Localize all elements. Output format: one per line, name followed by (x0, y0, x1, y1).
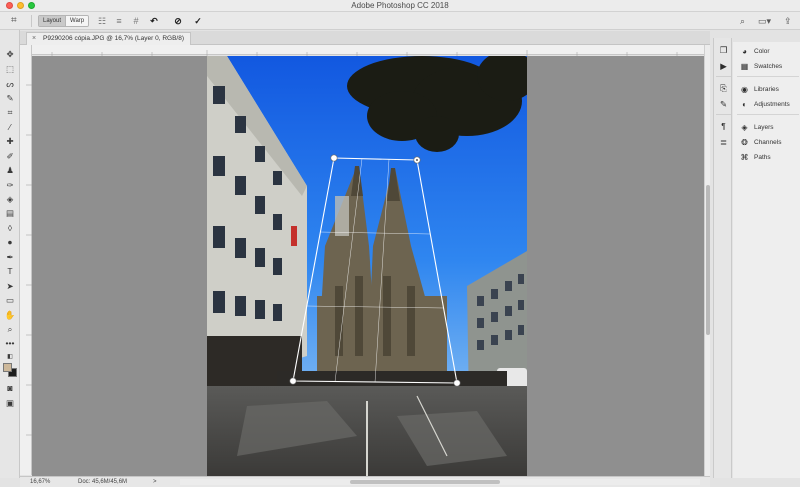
vertical-ruler[interactable] (20, 45, 32, 475)
quick-mask-icon[interactable]: ◙ (3, 382, 17, 394)
clone-stamp-icon[interactable]: ♟ (3, 164, 17, 176)
path-select-icon[interactable]: ➤ (3, 280, 17, 292)
brush-settings-icon[interactable]: ✎ (717, 98, 730, 110)
grid-hash-icon[interactable]: # (130, 15, 142, 27)
panel-label: Paths (754, 153, 771, 161)
panel-dock-header[interactable] (733, 38, 800, 42)
perspective-crop-icon[interactable]: ⌗ (11, 15, 25, 27)
panel-label: Libraries (754, 85, 779, 93)
share-icon[interactable]: ⇪ (784, 15, 792, 27)
panel-label: Adjustments (754, 100, 790, 108)
zoom-icon[interactable]: ⌕ (3, 323, 17, 335)
search-icon[interactable]: ⌕ (740, 15, 745, 27)
canvas-area[interactable] (32, 56, 704, 476)
crop-handle-top-left[interactable] (330, 154, 338, 162)
paragraph-panel-icon[interactable]: ¶ (717, 120, 730, 132)
layers-panel-tab[interactable]: ◈ Layers (739, 120, 799, 134)
libraries-panel-tab[interactable]: ◉ Libraries (739, 82, 799, 96)
color-icon: ◕ (742, 46, 747, 56)
crop-handle-bottom-right[interactable] (453, 379, 461, 387)
crop-icon[interactable]: ⌗ (3, 106, 17, 118)
divider (31, 15, 32, 27)
grid-icon[interactable]: ☷ (96, 15, 108, 27)
document-tab-label: P9290206 cópia.JPG @ 16,7% (Layer 0, RGB… (43, 35, 185, 42)
divider (737, 76, 799, 77)
close-tab-icon[interactable]: × (32, 33, 36, 45)
horizontal-scrollbar[interactable] (180, 479, 700, 485)
layout-mode-button[interactable]: Layout (39, 16, 66, 26)
tools-panel: ✥ ⬚ ᔕ ✎ ⌗ ⁄ ✚ ✐ ♟ ✑ ◈ ▤ ◊ ● ✒ T ➤ ▭ ✋ ⌕ … (0, 30, 20, 478)
panel-icon-strip: ❐ ▶ ⎘ ✎ ¶ ≣ (713, 38, 732, 478)
healing-brush-icon[interactable]: ✚ (3, 135, 17, 147)
panel-label: Color (754, 47, 770, 55)
document-size: Doc: 45,6M/45,6M (78, 479, 128, 485)
gradient-icon[interactable]: ▤ (3, 207, 17, 219)
rectangle-icon[interactable]: ▭ (3, 294, 17, 306)
libraries-icon: ◉ (741, 84, 748, 94)
hand-icon[interactable]: ✋ (3, 309, 17, 321)
type-icon[interactable]: T (3, 265, 17, 277)
adjustments-icon: ◐ (742, 99, 747, 109)
cancel-icon[interactable]: ⊘ (172, 15, 184, 27)
screen-mode-icon[interactable]: ▣ (3, 397, 17, 409)
panel-label: Layers (754, 123, 774, 131)
quick-select-icon[interactable]: ✎ (3, 92, 17, 104)
horizontal-scroll-thumb[interactable] (350, 480, 500, 484)
more-tools-icon[interactable]: ••• (3, 337, 17, 349)
paths-panel-tab[interactable]: ⌘ Paths (739, 150, 799, 164)
window-title: Adobe Photoshop CC 2018 (351, 1, 449, 10)
eraser-icon[interactable]: ◈ (3, 193, 17, 205)
default-colors-icon[interactable]: ◧ (3, 351, 17, 363)
layers-icon: ◈ (741, 122, 748, 132)
undo-warp-icon[interactable]: ↶ (148, 15, 160, 27)
character-panel-icon[interactable]: ≣ (717, 136, 730, 148)
color-panel-tab[interactable]: ◕ Color (739, 44, 799, 58)
horizontal-ruler[interactable] (32, 45, 704, 58)
swatches-panel-tab[interactable]: ▦ Swatches (739, 59, 799, 73)
warp-mode-toggle: Layout Warp (38, 15, 90, 27)
status-menu-arrow-icon[interactable]: > (153, 477, 157, 487)
history-panel-icon[interactable]: ❐ (717, 44, 730, 56)
brush-icon[interactable]: ✐ (3, 150, 17, 162)
vertical-scrollbar[interactable] (704, 45, 710, 476)
history-brush-icon[interactable]: ✑ (3, 179, 17, 191)
dodge-icon[interactable]: ● (3, 236, 17, 248)
channels-icon: ❂ (741, 137, 748, 147)
document-tab[interactable]: × P9290206 cópia.JPG @ 16,7% (Layer 0, R… (26, 32, 192, 45)
status-bar: 16,67% Doc: 45,6M/45,6M > (20, 476, 710, 487)
marquee-icon[interactable]: ⬚ (3, 63, 17, 75)
panel-label: Channels (754, 138, 782, 146)
foreground-color-swatch[interactable] (3, 363, 12, 372)
divider (716, 114, 731, 115)
panel-label: Swatches (754, 62, 783, 70)
move-icon[interactable]: ✥ (3, 48, 17, 60)
lines-icon[interactable]: ≡ (113, 15, 125, 27)
pen-icon[interactable]: ✒ (3, 251, 17, 263)
workspace-icon[interactable]: ▭▾ (758, 15, 771, 27)
document-tab-bar: × P9290206 cópia.JPG @ 16,7% (Layer 0, R… (20, 31, 710, 45)
vertical-scroll-thumb[interactable] (706, 185, 710, 335)
cathedral-photo (207, 56, 527, 476)
photoshop-window: Adobe Photoshop CC 2018 ⌗ Layout Warp ☷ … (0, 0, 800, 487)
warp-mode-button[interactable]: Warp (65, 16, 89, 26)
commit-check-icon[interactable]: ✓ (192, 15, 204, 27)
properties-panel-icon[interactable]: ⎘ (717, 82, 730, 94)
channels-panel-tab[interactable]: ❂ Channels (739, 135, 799, 149)
crop-handle-bottom-left[interactable] (289, 377, 297, 385)
blur-icon[interactable]: ◊ (3, 222, 17, 234)
panels-dock: ◕ Color ▦ Swatches ◉ Libraries ◐ Adjustm… (733, 38, 800, 478)
document-image[interactable] (207, 56, 527, 476)
divider (716, 76, 731, 77)
actions-play-icon[interactable]: ▶ (717, 60, 730, 72)
swatches-icon: ▦ (740, 61, 749, 71)
divider (737, 114, 799, 115)
options-bar: ⌗ Layout Warp ☷ ≡ # ↶ ⊘ ✓ ⌕ ▭▾ ⇪ (0, 12, 800, 30)
lasso-icon[interactable]: ᔕ (3, 78, 17, 90)
eyedropper-icon[interactable]: ⁄ (3, 121, 17, 133)
paths-icon: ⌘ (740, 152, 749, 162)
zoom-level[interactable]: 16,67% (30, 477, 50, 487)
title-bar: Adobe Photoshop CC 2018 (0, 0, 800, 12)
adjustments-panel-tab[interactable]: ◐ Adjustments (739, 97, 799, 111)
